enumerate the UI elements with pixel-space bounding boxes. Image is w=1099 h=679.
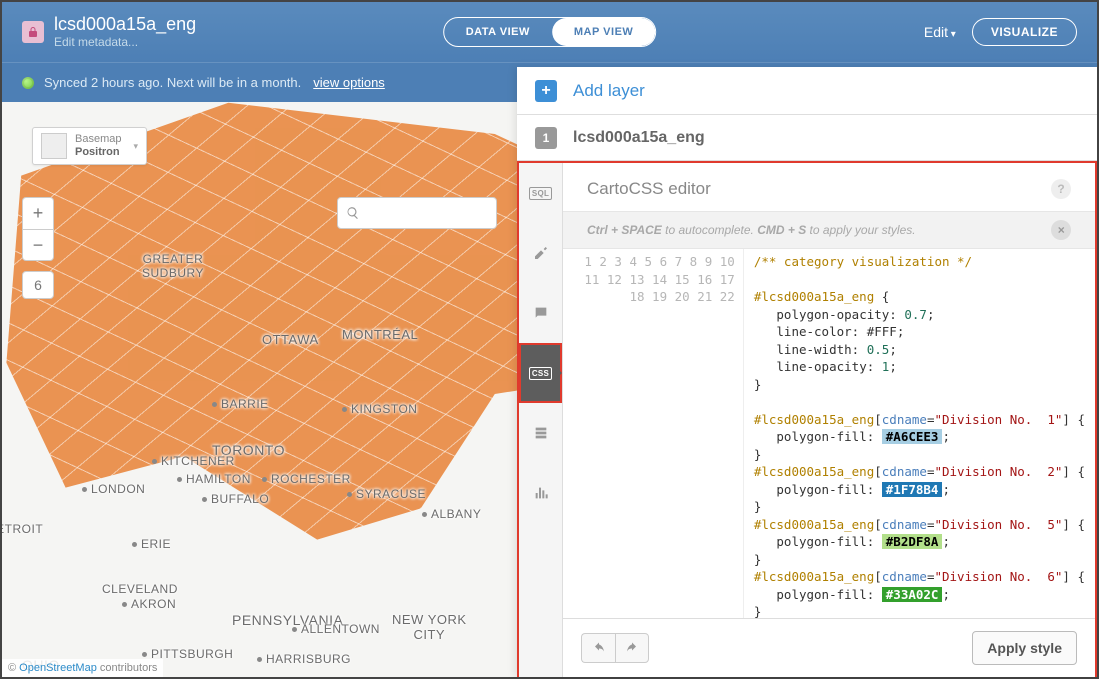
layer-index-badge: 1 bbox=[535, 127, 557, 149]
zoom-in-button[interactable]: + bbox=[22, 197, 54, 229]
basemap-thumbnail bbox=[41, 133, 67, 159]
map-label: DETROIT bbox=[2, 522, 43, 536]
map-attribution: © OpenStreetMap contributors bbox=[2, 659, 163, 677]
data-view-tab[interactable]: DATA VIEW bbox=[444, 18, 552, 46]
legends-tab[interactable] bbox=[519, 403, 562, 463]
add-layer-button[interactable]: + bbox=[535, 80, 557, 102]
infowindow-tab[interactable] bbox=[519, 283, 562, 343]
page-title: lcsd000a15a_eng bbox=[54, 15, 196, 35]
sync-status-icon bbox=[22, 77, 34, 89]
map-label: ALLENTOWN bbox=[292, 622, 380, 636]
view-toggle: DATA VIEW MAP VIEW bbox=[443, 17, 657, 47]
redo-button[interactable] bbox=[615, 633, 649, 663]
apply-style-button[interactable]: Apply style bbox=[972, 631, 1077, 665]
tool-rail: SQL CSS bbox=[517, 163, 563, 677]
add-layer-label[interactable]: Add layer bbox=[573, 81, 645, 101]
osm-link[interactable]: OpenStreetMap bbox=[19, 662, 97, 674]
side-panel: + Add layer 1 lcsd000a15a_eng SQL CSS Ca… bbox=[517, 67, 1097, 677]
sync-status-text: Synced 2 hours ago. Next will be in a mo… bbox=[44, 75, 301, 90]
map-label: HARRISBURG bbox=[257, 652, 351, 666]
basemap-name: Positron bbox=[75, 146, 120, 158]
lock-icon bbox=[22, 21, 44, 43]
close-hint-icon[interactable]: × bbox=[1051, 220, 1071, 240]
undo-button[interactable] bbox=[581, 633, 615, 663]
basemap-label: Basemap bbox=[75, 133, 121, 145]
app-header: lcsd000a15a_eng Edit metadata... DATA VI… bbox=[2, 2, 1097, 62]
edit-menu[interactable]: Edit bbox=[924, 24, 956, 40]
map-label: CLEVELAND bbox=[102, 582, 178, 596]
visualize-button[interactable]: VISUALIZE bbox=[972, 18, 1077, 46]
editor-hint: Ctrl + SPACE to autocomplete. CMD + S to… bbox=[563, 211, 1095, 249]
map-label: LONDON bbox=[82, 482, 145, 496]
map-search-input[interactable] bbox=[366, 206, 488, 221]
sql-tab[interactable]: SQL bbox=[519, 163, 562, 223]
zoom-level: 6 bbox=[22, 271, 54, 299]
code-editor[interactable]: 1 2 3 4 5 6 7 8 9 10 11 12 13 14 15 16 1… bbox=[563, 249, 1095, 618]
layer-name: lcsd000a15a_eng bbox=[573, 129, 705, 147]
zoom-out-button[interactable]: − bbox=[22, 229, 54, 261]
cartocss-tab[interactable]: CSS bbox=[519, 343, 562, 403]
basemap-selector[interactable]: BasemapPositron ▾ bbox=[32, 127, 147, 165]
map-label: NEW YORK CITY bbox=[392, 612, 467, 642]
edit-metadata-link[interactable]: Edit metadata... bbox=[54, 35, 196, 49]
help-icon[interactable]: ? bbox=[1051, 179, 1071, 199]
map-view-tab[interactable]: MAP VIEW bbox=[552, 18, 655, 46]
layer-row[interactable]: 1 lcsd000a15a_eng bbox=[517, 115, 1097, 161]
chevron-down-icon: ▾ bbox=[133, 141, 138, 152]
line-gutter: 1 2 3 4 5 6 7 8 9 10 11 12 13 14 15 16 1… bbox=[563, 249, 744, 618]
map-label: PENNSYLVANIA bbox=[232, 612, 343, 628]
map-label: ERIE bbox=[132, 537, 171, 551]
search-icon bbox=[346, 206, 360, 220]
view-options-link[interactable]: view options bbox=[313, 75, 385, 90]
code-content[interactable]: /** category visualization */ #lcsd000a1… bbox=[744, 249, 1095, 618]
filters-tab[interactable] bbox=[519, 463, 562, 523]
map-search[interactable] bbox=[337, 197, 497, 229]
wizard-tab[interactable] bbox=[519, 223, 562, 283]
map-label: ALBANY bbox=[422, 507, 481, 521]
map-label: AKRON bbox=[122, 597, 176, 611]
editor-title: CartoCSS editor bbox=[587, 179, 711, 199]
